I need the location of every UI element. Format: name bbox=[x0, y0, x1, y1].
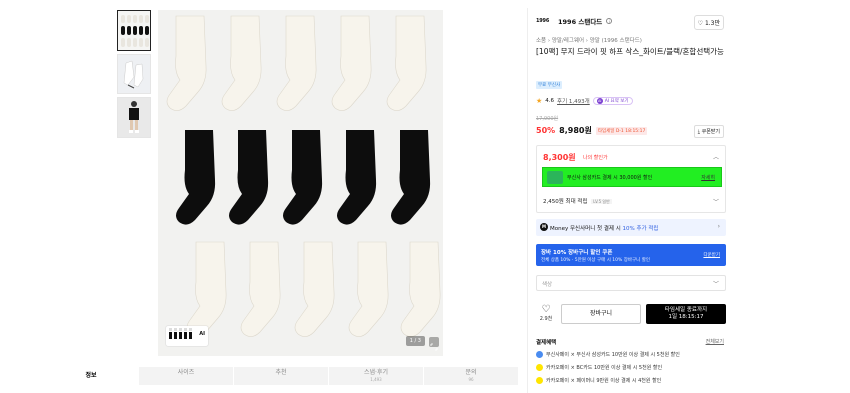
breadcrumb: 소품 › 양말/레그웨어 › 양말 (1996 스탠다드) bbox=[536, 36, 642, 44]
review-link[interactable]: 후기 1,493개 bbox=[557, 97, 590, 105]
brand-row[interactable]: 1996 1996 스탠다드 i bbox=[536, 16, 613, 26]
chevron-right-icon: › bbox=[717, 223, 720, 230]
money-highlight: 10% 추가 적립 bbox=[622, 226, 659, 232]
tab-reviews-label: 스냅·후기 bbox=[364, 369, 388, 376]
tab-inquiry[interactable]: 문의 96 bbox=[424, 367, 519, 385]
free-shipping-badge: 무료 무신사 bbox=[536, 81, 563, 89]
points-row[interactable]: 2,450원 최대 적립 LV.5 일반 bbox=[543, 197, 612, 205]
brand-logo: 1996 bbox=[536, 18, 550, 24]
product-main-image[interactable]: AI 1 / 3 bbox=[158, 10, 443, 356]
my-price-value: 8,300원 bbox=[543, 153, 576, 162]
payment-benefit-row: 카카오페이 × 페이머니 9만원 이상 결제 시 4천원 할인 bbox=[536, 377, 661, 384]
color-select[interactable]: 색상 ﹀ bbox=[536, 275, 726, 291]
breadcrumb-item[interactable]: 양말 (1996 스탠다드) bbox=[590, 38, 642, 44]
timesale-badge: 타임세일 D-1 18:15:17 bbox=[595, 126, 648, 135]
tab-size[interactable]: 사이즈 bbox=[139, 367, 234, 385]
kakao-pay-icon bbox=[536, 364, 543, 371]
ai-icon: AI bbox=[596, 98, 603, 104]
member-level-tag: LV.5 일반 bbox=[591, 199, 612, 204]
image-counter: 1 / 3 bbox=[405, 336, 425, 346]
thumbnail-3[interactable] bbox=[117, 97, 151, 138]
add-to-cart-button[interactable]: 장바구니 bbox=[561, 304, 641, 324]
buy-button-line2: 1일 18:15:17 bbox=[668, 314, 704, 320]
ai-mini-thumbnail[interactable]: AI bbox=[166, 326, 208, 346]
banner-title: 장바 10% 장바구니 할인 쿠폰 bbox=[541, 250, 613, 256]
buy-now-button[interactable]: 타임세일 종료까지 1일 18:15:17 bbox=[646, 304, 726, 324]
tab-inquiry-count: 96 bbox=[468, 377, 474, 382]
star-icon: ★ bbox=[536, 97, 543, 105]
my-price-label: 나의 할인가 bbox=[583, 155, 608, 161]
tab-size-label: 사이즈 bbox=[177, 369, 195, 376]
points-text: 2,450원 최대 적립 bbox=[543, 199, 588, 205]
socks-illustration bbox=[158, 10, 443, 356]
chevron-up-icon[interactable]: ︿ bbox=[713, 152, 719, 161]
money-text-prefix: Money 무신사머니 첫 결제 시 bbox=[550, 226, 623, 232]
breadcrumb-item[interactable]: 양말/레그웨어 bbox=[552, 38, 584, 44]
breadcrumb-item[interactable]: 소품 bbox=[536, 38, 546, 44]
money-promo[interactable]: M Money 무신사머니 첫 결제 시 10% 추가 적립 › bbox=[536, 219, 726, 236]
tab-recommend-label: 추천 bbox=[275, 369, 287, 376]
banner-download-link[interactable]: 다운받기 bbox=[703, 252, 720, 258]
rating-row: ★ 4.6 후기 1,493개 AI AI 요약 보기 bbox=[536, 97, 633, 105]
color-select-placeholder: 색상 bbox=[542, 282, 553, 288]
money-text: Money 무신사머니 첫 결제 시 10% 추가 적립 bbox=[550, 224, 659, 232]
payment-benefits-more[interactable]: 전체보기 bbox=[706, 338, 724, 345]
discount-rate: 50% bbox=[536, 126, 556, 135]
card-icon bbox=[547, 171, 563, 184]
ai-summary-label: AI 요약 보기 bbox=[604, 99, 629, 104]
buy-button-line1: 타임세일 종료까지 bbox=[664, 307, 708, 313]
heart-icon: ♡ bbox=[541, 304, 551, 315]
coupon-label: 쿠폰받기 bbox=[701, 129, 720, 135]
card-discount-row[interactable]: 무신사 삼성카드 결제 시 30,000원 할인 자세히 bbox=[542, 167, 722, 187]
tab-reviews[interactable]: 스냅·후기 1,493 bbox=[329, 367, 424, 385]
brand-name[interactable]: 1996 스탠다드 bbox=[558, 16, 602, 26]
payment-benefit-row: 카카오페이 × BC카드 10만원 이상 결제 시 5천원 할인 bbox=[536, 364, 662, 371]
card-detail-link[interactable]: 자세히 bbox=[701, 174, 715, 181]
thumbnail-2[interactable] bbox=[117, 54, 151, 94]
kakao-pay-icon bbox=[536, 377, 543, 384]
brand-like-count: 1.3만 bbox=[704, 20, 720, 27]
tab-info[interactable]: 정보 bbox=[44, 367, 139, 385]
payment-benefit-text: 카카오페이 × BC카드 10만원 이상 결제 시 5천원 할인 bbox=[546, 365, 663, 371]
payment-benefit-row: 무신사페이 × 무신사 삼성카드 10만원 이상 결제 시 5천원 할인 bbox=[536, 351, 680, 358]
product-title: [10팩] 무지 드라이 핏 하프 삭스_화이트/블랙/혼합선택가능 bbox=[536, 47, 724, 56]
my-price-box[interactable]: 8,300원 나의 할인가 ︿ 무신사 삼성카드 결제 시 30,000원 할인… bbox=[536, 145, 726, 213]
brand-like-button[interactable]: ♡ 1.3만 bbox=[693, 15, 724, 30]
coupon-button[interactable]: ⤓ 쿠폰받기 bbox=[693, 125, 724, 138]
payment-benefit-text: 무신사페이 × 무신사 삼성카드 10만원 이상 결제 시 5천원 할인 bbox=[546, 352, 680, 358]
cart-coupon-banner[interactable]: 장바 10% 장바구니 할인 쿠폰 전체 상품 10% · 5만원 이상 구매 … bbox=[536, 244, 726, 266]
zoom-icon[interactable] bbox=[429, 337, 439, 351]
ai-summary-button[interactable]: AI AI 요약 보기 bbox=[592, 97, 633, 105]
musinsa-pay-icon bbox=[536, 351, 543, 358]
card-discount-text: 무신사 삼성카드 결제 시 30,000원 할인 bbox=[567, 175, 653, 181]
price-row: 50% 8,980원 타임세일 D-1 18:15:17 bbox=[536, 125, 648, 136]
download-icon: ⤓ bbox=[697, 129, 700, 135]
tab-info-label: 정보 bbox=[85, 372, 97, 379]
banner-subtitle: 전체 상품 10% · 5만원 이상 구매 시 10% 장바구니 할인 bbox=[541, 258, 650, 263]
chevron-down-icon[interactable]: ﹀ bbox=[713, 197, 719, 206]
like-button[interactable]: ♡ 2.9천 bbox=[536, 304, 556, 323]
rating-value: 4.6 bbox=[545, 98, 555, 104]
thumbnail-1[interactable] bbox=[117, 10, 151, 51]
payment-benefit-text: 카카오페이 × 페이머니 9만원 이상 결제 시 4천원 할인 bbox=[546, 378, 662, 384]
original-price: 17,900원 bbox=[536, 116, 559, 122]
sale-price: 8,980원 bbox=[559, 126, 592, 135]
ai-mini-label: AI bbox=[199, 331, 205, 337]
payment-benefits-title: 결제혜택 bbox=[536, 340, 557, 346]
money-icon: M bbox=[540, 223, 548, 231]
info-icon[interactable]: i bbox=[606, 18, 613, 24]
tab-reviews-count: 1,493 bbox=[370, 377, 382, 382]
like-count: 2.9천 bbox=[539, 316, 553, 322]
heart-icon: ♡ bbox=[697, 20, 704, 27]
detail-tab-bar: 정보 사이즈 추천 스냅·후기 1,493 문의 96 bbox=[44, 367, 519, 385]
product-info-panel: 1996 1996 스탠다드 i ♡ 1.3만 소품 › 양말/레그웨어 › 양… bbox=[527, 8, 732, 393]
tab-recommend[interactable]: 추천 bbox=[234, 367, 329, 385]
chevron-down-icon: ﹀ bbox=[712, 281, 719, 288]
tab-inquiry-label: 문의 bbox=[465, 369, 477, 376]
